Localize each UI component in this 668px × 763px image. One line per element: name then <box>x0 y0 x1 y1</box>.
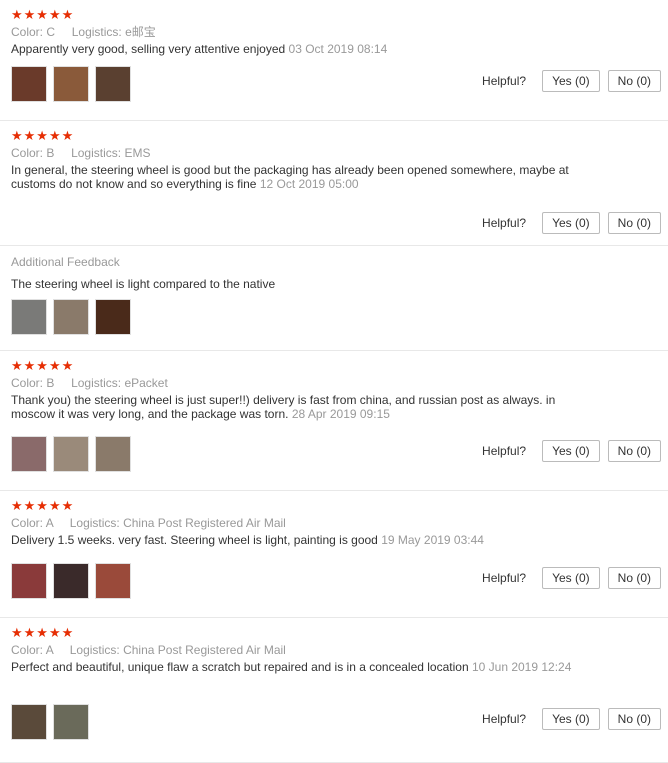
color-value: C <box>46 25 56 39</box>
review-body: Delivery 1.5 weeks. very fast. Steering … <box>11 533 378 547</box>
review-text: In general, the steering wheel is good b… <box>11 163 586 191</box>
review-photo[interactable] <box>11 66 47 102</box>
review-photo[interactable] <box>53 436 89 472</box>
color-value: B <box>46 376 55 390</box>
no-button[interactable]: No (0) <box>607 70 661 92</box>
color-label: Color: <box>11 25 44 39</box>
color-label: Color: <box>11 146 44 160</box>
logistics-value: China Post Registered Air Mail <box>123 516 286 530</box>
helpful-controls: Helpful? Yes (0) No (0) <box>482 212 661 234</box>
review-meta: Color: B Logistics: EMS <box>11 144 668 162</box>
review-text: Apparently very good, selling very atten… <box>11 42 586 56</box>
review-photo[interactable] <box>53 704 89 740</box>
color-label: Color: <box>11 376 44 390</box>
review-date: 03 Oct 2019 08:14 <box>288 42 388 56</box>
review-meta: Color: C Logistics: e邮宝 <box>11 23 668 41</box>
review-photos <box>11 563 131 599</box>
yes-button[interactable]: Yes (0) <box>542 70 600 92</box>
helpful-label: Helpful? <box>482 712 527 726</box>
review-photo[interactable] <box>11 704 47 740</box>
yes-button[interactable]: Yes (0) <box>542 212 600 234</box>
helpful-controls: Helpful? Yes (0) No (0) <box>482 70 661 92</box>
helpful-label: Helpful? <box>482 571 527 585</box>
logistics-value: e邮宝 <box>125 25 156 39</box>
review-date: 12 Oct 2019 05:00 <box>259 177 359 191</box>
review-photo[interactable] <box>53 563 89 599</box>
color-label: Color: <box>11 516 44 530</box>
review-date: 28 Apr 2019 09:15 <box>291 407 390 421</box>
color-value: A <box>45 516 54 530</box>
rating-stars: ★★★★★ <box>11 498 75 513</box>
review-photos <box>11 436 131 472</box>
review-body: Thank you) the steering wheel is just su… <box>11 393 556 421</box>
feedback-divider <box>0 245 668 246</box>
rating-stars: ★★★★★ <box>11 128 75 143</box>
color-label: Color: <box>11 643 44 657</box>
color-value: B <box>46 146 55 160</box>
review-photo[interactable] <box>95 436 131 472</box>
review-photo[interactable] <box>11 563 47 599</box>
review-body: Perfect and beautiful, unique flaw a scr… <box>11 660 469 674</box>
review-photos <box>11 66 131 102</box>
logistics-value: China Post Registered Air Mail <box>123 643 286 657</box>
no-button[interactable]: No (0) <box>607 212 661 234</box>
review-item: ★★★★★ Color: C Logistics: e邮宝 Apparently… <box>0 0 668 121</box>
color-value: A <box>45 643 54 657</box>
logistics-label: Logistics: <box>71 25 122 39</box>
review-photo[interactable] <box>95 66 131 102</box>
additional-feedback-title: Additional Feedback <box>11 255 120 269</box>
additional-feedback: Additional Feedback The steering wheel i… <box>11 253 275 293</box>
review-item: ★★★★★ Color: B Logistics: EMS In general… <box>0 121 668 351</box>
review-text: Delivery 1.5 weeks. very fast. Steering … <box>11 533 586 547</box>
logistics-label: Logistics: <box>69 643 120 657</box>
review-photo[interactable] <box>53 66 89 102</box>
logistics-value: ePacket <box>124 376 168 390</box>
review-meta: Color: A Logistics: China Post Registere… <box>11 641 668 659</box>
yes-button[interactable]: Yes (0) <box>542 708 600 730</box>
review-date: 19 May 2019 03:44 <box>381 533 484 547</box>
rating-stars: ★★★★★ <box>11 7 75 22</box>
review-item: ★★★★★ Color: A Logistics: China Post Reg… <box>0 618 668 763</box>
logistics-label: Logistics: <box>71 146 122 160</box>
logistics-value: EMS <box>124 146 151 160</box>
no-button[interactable]: No (0) <box>607 440 661 462</box>
review-text: Perfect and beautiful, unique flaw a scr… <box>11 660 586 674</box>
review-item: ★★★★★ Color: B Logistics: ePacket Thank … <box>0 351 668 491</box>
yes-button[interactable]: Yes (0) <box>542 567 600 589</box>
review-photos <box>11 704 89 740</box>
logistics-label: Logistics: <box>71 376 122 390</box>
rating-stars: ★★★★★ <box>11 358 75 373</box>
review-photo[interactable] <box>11 436 47 472</box>
helpful-controls: Helpful? Yes (0) No (0) <box>482 567 661 589</box>
no-button[interactable]: No (0) <box>607 567 661 589</box>
review-photo[interactable] <box>95 563 131 599</box>
logistics-label: Logistics: <box>69 516 120 530</box>
review-photo[interactable] <box>11 299 47 335</box>
helpful-label: Helpful? <box>482 444 527 458</box>
review-text: Thank you) the steering wheel is just su… <box>11 393 586 421</box>
helpful-label: Helpful? <box>482 74 527 88</box>
helpful-controls: Helpful? Yes (0) No (0) <box>482 708 661 730</box>
review-meta: Color: A Logistics: China Post Registere… <box>11 514 668 532</box>
review-item: ★★★★★ Color: A Logistics: China Post Reg… <box>0 491 668 618</box>
review-date: 10 Jun 2019 12:24 <box>471 660 572 674</box>
additional-feedback-text: The steering wheel is light compared to … <box>11 277 276 291</box>
no-button[interactable]: No (0) <box>607 708 661 730</box>
additional-photos <box>11 299 131 335</box>
yes-button[interactable]: Yes (0) <box>542 440 600 462</box>
review-photo[interactable] <box>95 299 131 335</box>
review-photo[interactable] <box>53 299 89 335</box>
helpful-label: Helpful? <box>482 216 527 230</box>
rating-stars: ★★★★★ <box>11 625 75 640</box>
review-meta: Color: B Logistics: ePacket <box>11 374 668 392</box>
helpful-controls: Helpful? Yes (0) No (0) <box>482 440 661 462</box>
review-body: Apparently very good, selling very atten… <box>11 42 286 56</box>
